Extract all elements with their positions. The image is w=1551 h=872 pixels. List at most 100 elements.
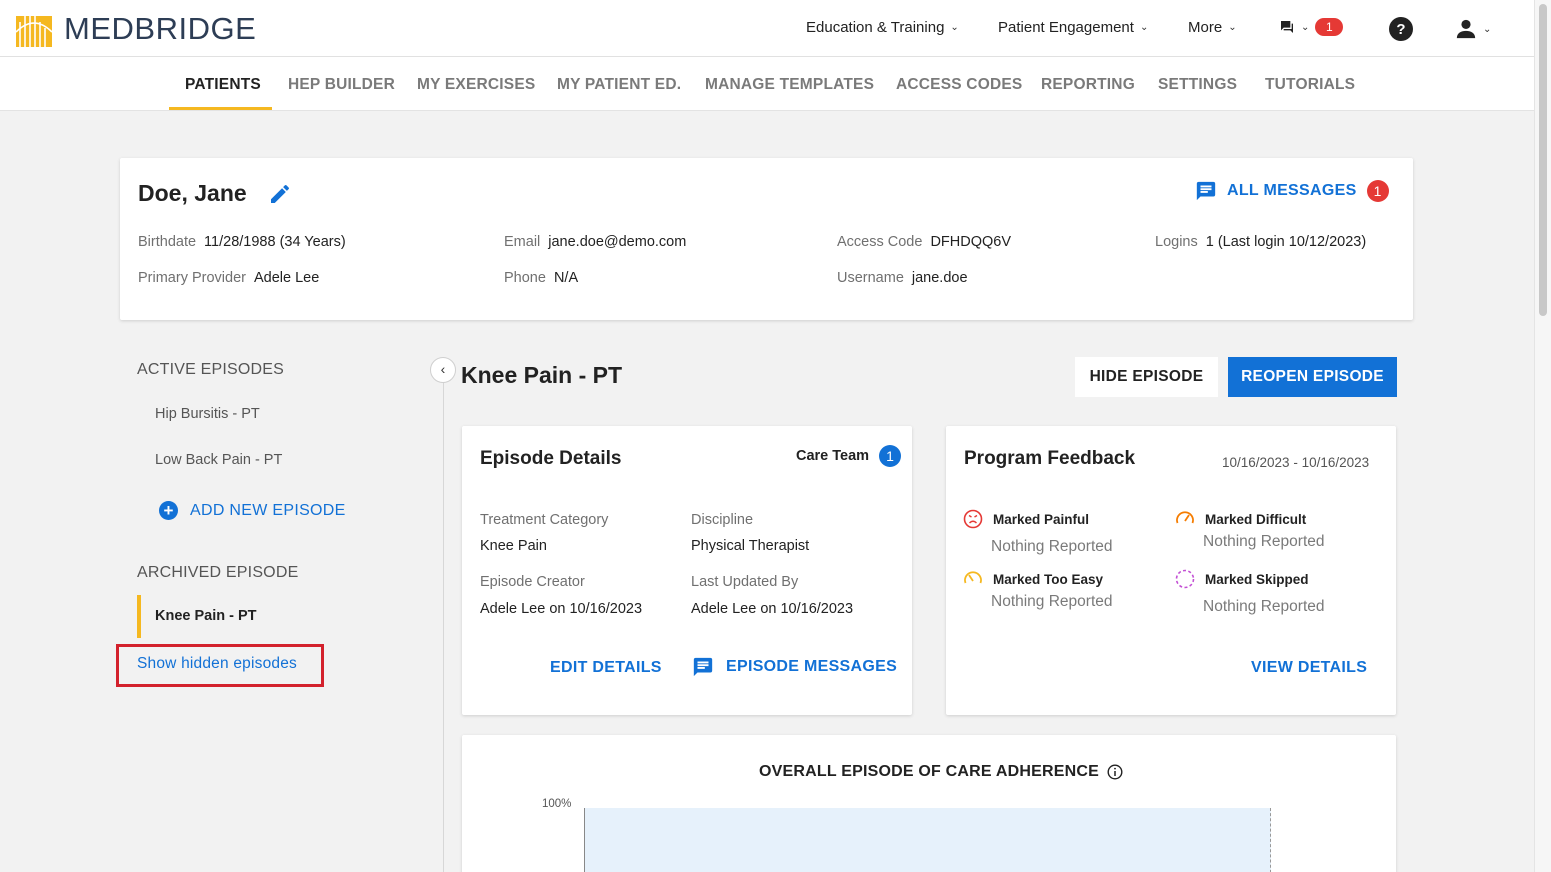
page-scrollbar[interactable]	[1534, 0, 1551, 872]
view-details-button[interactable]: VIEW DETAILS	[1251, 659, 1367, 677]
tab-hep-builder[interactable]: HEP BUILDER	[288, 76, 395, 94]
nav-more-label: More	[1188, 19, 1223, 36]
svg-text:?: ?	[1396, 21, 1405, 38]
nav-education-label: Education & Training	[806, 19, 945, 36]
chat-icon	[1281, 21, 1293, 33]
reopen-episode-button[interactable]: REOPEN EPISODE	[1228, 357, 1397, 397]
tab-reporting[interactable]: REPORTING	[1041, 76, 1135, 94]
edit-details-button[interactable]: EDIT DETAILS	[550, 659, 662, 677]
messages-menu[interactable]: ⌄ 1	[1279, 18, 1344, 36]
plus-circle-icon: +	[159, 501, 178, 520]
logo[interactable]: MEDBRIDGE	[16, 11, 256, 47]
program-feedback-card: Program Feedback 10/16/2023 - 10/16/2023…	[946, 426, 1396, 715]
episode-creator-value: Adele Lee on 10/16/2023	[480, 601, 643, 617]
discipline-value: Physical Therapist	[691, 538, 810, 554]
episode-messages-label: EPISODE MESSAGES	[726, 658, 898, 675]
tab-patients[interactable]: PATIENTS	[185, 76, 261, 94]
gauge-high-icon	[1176, 511, 1194, 524]
email-value: jane.doe@demo.com	[548, 234, 687, 250]
brand-name: MEDBRIDGE	[64, 11, 257, 46]
tab-settings[interactable]: SETTINGS	[1158, 76, 1237, 94]
user-icon	[1456, 19, 1476, 39]
care-team-button[interactable]: Care Team 1	[796, 445, 902, 467]
hide-episode-button[interactable]: HIDE EPISODE	[1075, 357, 1218, 397]
phone-label: Phone	[504, 270, 546, 286]
marked-skipped: Marked Skipped	[1175, 569, 1309, 589]
scrollbar-thumb[interactable]	[1539, 4, 1547, 316]
chevron-down-icon: ⌄	[950, 22, 959, 33]
episode-details-card: Episode Details Care Team 1 Treatment Ca…	[462, 426, 912, 715]
adherence-title-label: OVERALL EPISODE OF CARE ADHERENCE	[759, 763, 1099, 780]
edit-pencil-icon[interactable]	[268, 182, 292, 206]
add-new-episode-button[interactable]: + ADD NEW EPISODE	[159, 501, 346, 520]
birthdate-label: Birthdate	[138, 234, 197, 250]
help-icon[interactable]: ?	[1389, 17, 1413, 41]
last-updated-label: Last Updated By	[691, 574, 799, 590]
logins-field: Logins 1 (Last login 10/12/2023)	[1155, 234, 1366, 250]
chevron-down-icon: ⌄	[1228, 22, 1237, 33]
episode-link-knee-pain[interactable]: Knee Pain - PT	[155, 608, 257, 624]
marked-skipped-label: Marked Skipped	[1205, 571, 1309, 587]
provider-label: Primary Provider	[138, 270, 246, 286]
access-code-value: DFHDQQ6V	[930, 234, 1012, 250]
chevron-down-icon: ⌄	[1139, 22, 1149, 33]
nav-engagement-label: Patient Engagement	[998, 19, 1134, 36]
feedback-date-range: 10/16/2023 - 10/16/2023	[1222, 455, 1370, 470]
last-updated-value: Adele Lee on 10/16/2023	[691, 601, 854, 617]
adherence-title: OVERALL EPISODE OF CARE ADHERENCE	[759, 763, 1123, 781]
birthdate-value: 11/28/1988 (34 Years)	[204, 234, 346, 250]
chevron-down-icon: ⌄	[1483, 23, 1492, 35]
marked-too-easy-value: Nothing Reported	[991, 593, 1113, 610]
episode-link-low-back-pain[interactable]: Low Back Pain - PT	[155, 452, 282, 468]
add-episode-label: ADD NEW EPISODE	[190, 501, 346, 519]
y-axis-tick-100: 100%	[542, 798, 572, 810]
tab-my-exercises[interactable]: MY EXERCISES	[417, 76, 535, 94]
marked-difficult-value: Nothing Reported	[1203, 533, 1325, 550]
marked-difficult: Marked Difficult	[1175, 509, 1306, 529]
treatment-category-value: Knee Pain	[480, 538, 547, 554]
marked-painful-label: Marked Painful	[993, 511, 1090, 527]
tab-access-codes[interactable]: ACCESS CODES	[896, 76, 1022, 94]
archived-episode-heading: ARCHIVED EPISODE	[137, 564, 299, 581]
show-hidden-episodes-link[interactable]: Show hidden episodes	[137, 655, 297, 673]
email-field: Email jane.doe@demo.com	[504, 234, 686, 250]
nav-patient-engagement[interactable]: Patient Engagement ⌄	[998, 19, 1148, 36]
sub-navigation: PATIENTS HEP BUILDER MY EXERCISES MY PAT…	[0, 57, 1534, 111]
message-icon	[1196, 181, 1216, 201]
adherence-plot-area	[584, 808, 1271, 872]
tab-manage-templates[interactable]: MANAGE TEMPLATES	[705, 76, 874, 94]
care-team-label: Care Team	[796, 448, 870, 464]
nav-education-training[interactable]: Education & Training ⌄	[806, 19, 959, 36]
collapse-sidebar-button[interactable]: ‹	[430, 357, 456, 383]
marked-too-easy: Marked Too Easy	[963, 569, 1103, 589]
tab-tutorials[interactable]: TUTORIALS	[1265, 76, 1355, 94]
info-icon[interactable]	[1107, 764, 1123, 780]
username-field: Username jane.doe	[837, 270, 968, 286]
episode-details-title: Episode Details	[480, 448, 622, 469]
medbridge-logo-icon	[16, 11, 52, 47]
treatment-category-label: Treatment Category	[480, 512, 609, 528]
marked-difficult-label: Marked Difficult	[1205, 511, 1307, 527]
chevron-down-icon: ⌄	[1301, 21, 1310, 33]
user-menu[interactable]: ⌄	[1455, 18, 1491, 40]
all-messages-label: ALL MESSAGES	[1227, 182, 1357, 199]
messages-count-badge: 1	[1315, 18, 1344, 36]
episode-creator-label: Episode Creator	[480, 574, 585, 590]
gauge-low-icon	[964, 571, 982, 584]
logins-value: 1 (Last login 10/12/2023)	[1205, 234, 1367, 250]
birthdate-field: Birthdate 11/28/1988 (34 Years)	[138, 234, 346, 250]
adherence-card: OVERALL EPISODE OF CARE ADHERENCE 100%	[462, 735, 1396, 872]
episode-link-hip-bursitis[interactable]: Hip Bursitis - PT	[155, 406, 260, 422]
episode-messages-button[interactable]: EPISODE MESSAGES	[692, 656, 897, 678]
program-feedback-title: Program Feedback	[964, 448, 1136, 469]
episode-title: Knee Pain - PT	[461, 362, 623, 388]
all-messages-button[interactable]: ALL MESSAGES 1	[1195, 180, 1389, 202]
marked-skipped-value: Nothing Reported	[1203, 598, 1325, 615]
tab-my-patient-ed[interactable]: MY PATIENT ED.	[557, 76, 681, 94]
provider-field: Primary Provider Adele Lee	[138, 270, 319, 286]
discipline-label: Discipline	[691, 512, 754, 528]
all-messages-count-badge: 1	[1366, 180, 1389, 202]
nav-more[interactable]: More ⌄	[1188, 19, 1237, 36]
care-team-count-badge: 1	[879, 445, 902, 467]
phone-value: N/A	[553, 270, 579, 286]
